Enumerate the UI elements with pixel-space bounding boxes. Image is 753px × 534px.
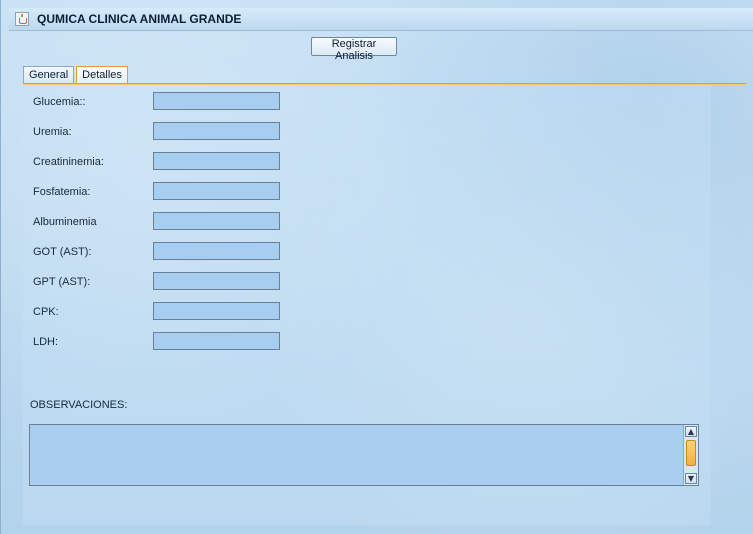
ldh-label: LDH: <box>33 335 59 348</box>
glucemia-label: Glucemia:: <box>33 95 86 108</box>
java-cup-icon <box>15 12 29 26</box>
uremia-label: Uremia: <box>33 125 72 138</box>
register-analysis-button[interactable]: Registrar Analisis <box>311 37 397 62</box>
gpt-label: GPT (AST): <box>33 275 91 288</box>
got-label: GOT (AST): <box>33 245 92 258</box>
creatininemia-input[interactable] <box>153 152 280 170</box>
got-input[interactable] <box>153 242 280 260</box>
tab-general[interactable]: General <box>23 66 75 83</box>
app-window: QUMICA CLINICA ANIMAL GRANDE Registrar A… <box>0 0 753 534</box>
uremia-input[interactable] <box>153 122 280 140</box>
window-title: QUMICA CLINICA ANIMAL GRANDE <box>37 12 242 26</box>
albuminemia-label: Albuminemia <box>33 215 97 228</box>
chevron-down-icon[interactable]: ▼ <box>685 473 697 484</box>
albuminemia-input[interactable] <box>153 212 280 230</box>
fosfatemia-label: Fosfatemia: <box>33 185 91 198</box>
field-row-ldh: LDH: <box>33 332 153 351</box>
fosfatemia-input[interactable] <box>153 182 280 200</box>
chevron-up-icon[interactable]: ▲ <box>685 426 697 437</box>
cpk-label: CPK: <box>33 305 59 318</box>
observaciones-scrollbar[interactable]: ▲ ▼ <box>683 425 698 485</box>
title-bar: QUMICA CLINICA ANIMAL GRANDE <box>9 8 753 31</box>
field-row-gpt: GPT (AST): <box>33 272 153 291</box>
creatininemia-label: Creatininemia: <box>33 155 104 168</box>
cpk-input[interactable] <box>153 302 280 320</box>
tab-detalles[interactable]: Detalles <box>76 66 128 83</box>
observaciones-textarea[interactable] <box>30 425 689 489</box>
gpt-input[interactable] <box>153 272 280 290</box>
tab-bar: General Detalles <box>23 66 130 84</box>
observaciones-label: OBSERVACIONES: <box>30 399 128 411</box>
field-row-glucemia: Glucemia:: <box>33 92 153 111</box>
scrollbar-thumb[interactable] <box>686 440 696 466</box>
field-row-albuminemia: Albuminemia <box>33 212 153 231</box>
glucemia-input[interactable] <box>153 92 280 110</box>
ldh-input[interactable] <box>153 332 280 350</box>
field-row-uremia: Uremia: <box>33 122 153 141</box>
field-row-cpk: CPK: <box>33 302 153 321</box>
field-row-fosfatemia: Fosfatemia: <box>33 182 153 201</box>
field-row-creatininemia: Creatininemia: <box>33 152 153 171</box>
field-row-got: GOT (AST): <box>33 242 153 261</box>
observaciones-box: ▲ ▼ <box>29 424 699 489</box>
